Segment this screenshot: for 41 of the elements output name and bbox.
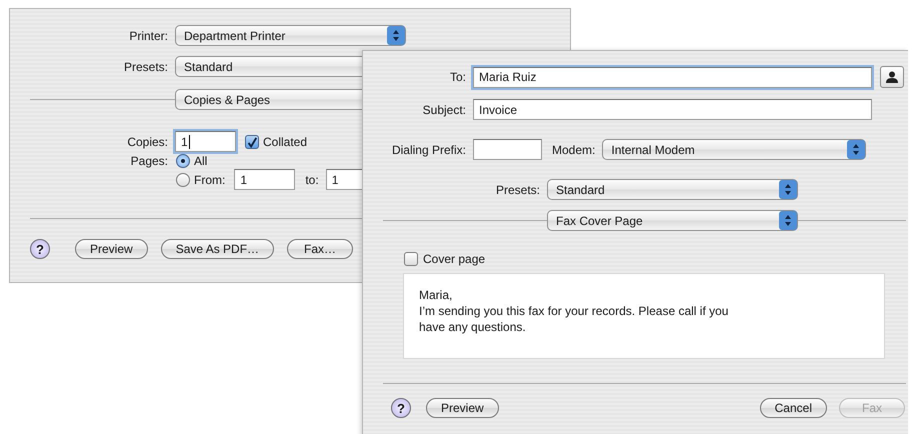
recipient-field[interactable]: Maria Ruiz [473,66,872,88]
push-button[interactable]: Preview [75,239,148,259]
help-button[interactable]: ? [391,398,411,418]
copies-field[interactable]: 1 [175,131,236,152]
presets-popup[interactable]: Standard [547,179,798,200]
popup-arrows-icon [387,26,405,45]
message-field[interactable]: Maria, I’m sending you this fax for your records. Please call if you have any questions. [403,273,885,359]
from-page-field[interactable]: 1 [234,169,296,190]
push-button[interactable]: Cancel [760,398,827,418]
checkbox[interactable] [404,252,418,266]
field-label: Subject: [422,102,466,116]
person-icon [885,70,899,84]
help-button[interactable]: ? [30,239,50,259]
field-label: Modem: [552,142,596,156]
field-label: Dialing Prefix: [390,142,466,156]
radio-button[interactable] [176,172,190,186]
field-label: To: [448,70,466,84]
popup-arrows-icon [779,211,797,230]
popup-arrows-icon [847,140,866,159]
radio-button[interactable] [176,154,190,168]
field-label: to: [305,172,319,186]
panel-popup[interactable]: Fax Cover Page [547,210,798,231]
radio-label: From: [194,172,226,186]
radio-label: All [194,154,208,168]
popup-arrows-icon [779,180,797,199]
printer-popup[interactable]: Department Printer [175,25,406,46]
modem-popup[interactable]: Internal Modem [602,139,866,160]
checkbox-label: Collated [263,134,308,148]
contacts-button[interactable] [880,66,904,88]
field-label: Presets: [122,60,168,74]
field-label: Pages: [130,154,168,168]
field-label: Copies: [126,134,168,148]
checkbox-label: Cover page [423,252,486,266]
push-button[interactable]: Fax… [287,239,354,259]
subject-field[interactable]: Invoice [473,99,872,120]
dialing-prefix-field[interactable] [473,139,542,160]
field-label: Presets: [494,182,540,196]
field-label: Printer: [128,28,168,42]
push-button[interactable]: Preview [426,398,499,418]
push-button[interactable]: Save As PDF… [160,239,274,259]
checkbox[interactable] [245,134,259,148]
